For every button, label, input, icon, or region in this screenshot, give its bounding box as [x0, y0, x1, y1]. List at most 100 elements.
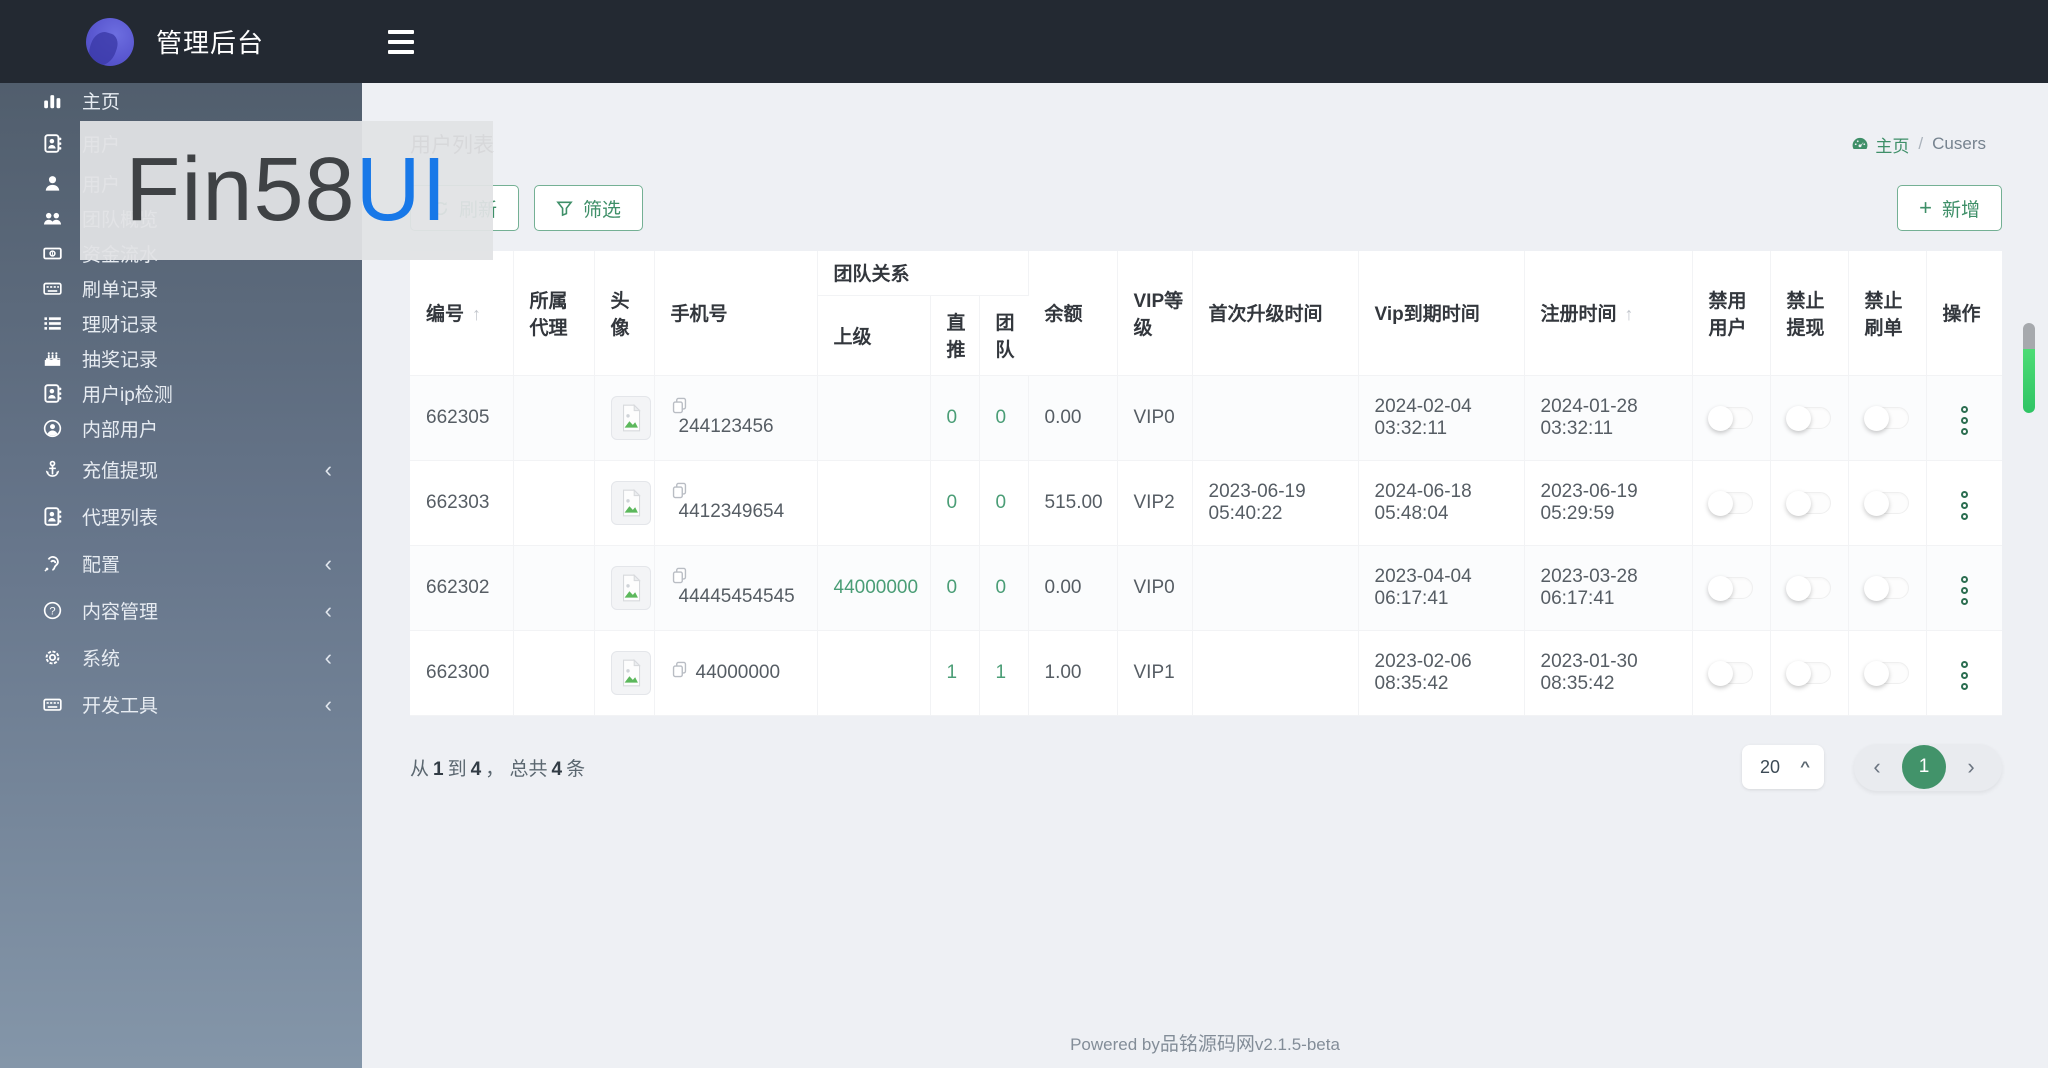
address-book-icon	[40, 507, 64, 527]
table-body: 662305 244123456 0 0 0.00 VIP0 2024-02-04 03:3…	[410, 375, 2002, 716]
cell-team: 1	[979, 630, 1029, 716]
sidebar-item-agent-list[interactable]: 代理列表	[0, 493, 362, 540]
sidebar-toggle-button[interactable]	[388, 29, 418, 54]
cell-first-upgrade: 2023-06-19 05:40:22	[1192, 460, 1359, 546]
col-header-phone: 手机号	[654, 251, 818, 376]
sidebar-item-recharge-withdraw[interactable]: 充值提现 ‹	[0, 446, 362, 493]
cell-register: 2023-06-19 05:29:59	[1524, 460, 1693, 546]
team-count-link[interactable]: 0	[996, 577, 1007, 598]
cell-action	[1926, 630, 2002, 716]
cell-avatar	[594, 545, 655, 631]
col-header-register[interactable]: 注册时间 ↑	[1524, 251, 1693, 376]
sidebar-item-order-records[interactable]: 刷单记录	[0, 271, 362, 306]
cell-id: 662305	[410, 375, 514, 461]
ban-order-toggle[interactable]	[1863, 490, 1909, 516]
anchor-icon	[40, 460, 64, 480]
sidebar-item-lottery-records[interactable]: 抽奖记录	[0, 341, 362, 376]
sidebar-item-content-mgmt[interactable]: ? 内容管理 ‹	[0, 587, 362, 634]
direct-count-link[interactable]: 0	[947, 492, 958, 513]
avatar[interactable]	[610, 395, 651, 440]
cake-icon	[40, 349, 64, 369]
filter-button[interactable]: 筛选	[534, 185, 644, 231]
row-actions-menu[interactable]	[1957, 572, 1972, 609]
cell-vip: VIP2	[1117, 460, 1193, 546]
cell-vip-expire: 2023-04-04 06:17:41	[1358, 545, 1525, 631]
parent-link[interactable]: 44000000	[834, 577, 919, 598]
direct-count-link[interactable]: 1	[947, 662, 958, 683]
top-header: 管理后台	[0, 0, 2048, 83]
sidebar-item-label: 系统	[82, 649, 121, 670]
ban-order-toggle[interactable]	[1863, 575, 1909, 601]
cell-vip: VIP0	[1117, 375, 1193, 461]
plus-icon: +	[1919, 195, 1932, 220]
ear-icon	[40, 554, 64, 574]
breadcrumb: 主页 / Cusers	[1851, 132, 1986, 157]
cell-ban-user	[1692, 630, 1771, 716]
sidebar-item-label: 代理列表	[82, 508, 159, 529]
users-table: 编号 ↑ 所属代理 头像 手机号 团队关系 余额 VIP等级 首次升级时间 Vip…	[410, 251, 2002, 716]
cell-register: 2024-01-28 03:32:11	[1524, 375, 1693, 461]
cell-vip: VIP0	[1117, 545, 1193, 631]
keyboard-icon	[40, 695, 64, 715]
sidebar-item-finance-records[interactable]: 理财记录	[0, 306, 362, 341]
prev-page-button[interactable]: ‹	[1860, 756, 1894, 778]
row-actions-menu[interactable]	[1957, 402, 1972, 439]
sidebar-item-home[interactable]: 主页	[0, 83, 362, 118]
cell-agent	[513, 545, 595, 631]
sidebar-item-config[interactable]: 配置 ‹	[0, 540, 362, 587]
ban-withdraw-toggle[interactable]	[1785, 490, 1831, 516]
user-icon	[40, 174, 64, 194]
cell-direct: 1	[930, 630, 980, 716]
sidebar-item-dev-tools[interactable]: 开发工具 ‹	[0, 681, 362, 728]
col-header-agent: 所属代理	[513, 251, 595, 376]
sort-asc-icon[interactable]: ↑	[472, 304, 481, 324]
ban-withdraw-toggle[interactable]	[1785, 660, 1831, 686]
team-count-link[interactable]: 1	[996, 662, 1007, 683]
team-count-link[interactable]: 0	[996, 407, 1007, 428]
col-header-id[interactable]: 编号 ↑	[410, 251, 514, 376]
scrollbar-thumb[interactable]	[2023, 323, 2035, 413]
team-count-link[interactable]: 0	[996, 492, 1007, 513]
row-actions-menu[interactable]	[1957, 487, 1972, 524]
add-button[interactable]: + 新增	[1897, 185, 2002, 231]
avatar[interactable]	[610, 480, 651, 525]
copy-icon[interactable]	[671, 482, 809, 499]
sidebar-item-internal-users[interactable]: 内部用户	[0, 411, 362, 446]
cell-id: 662302	[410, 545, 514, 631]
ban-order-toggle[interactable]	[1863, 405, 1909, 431]
ban-user-toggle[interactable]	[1707, 575, 1753, 601]
copy-icon[interactable]	[671, 661, 688, 678]
pager: ‹ 1 ›	[1854, 743, 2002, 791]
sort-asc-icon[interactable]: ↑	[1625, 304, 1634, 324]
current-page-button[interactable]: 1	[1902, 745, 1946, 789]
sidebar-item-system[interactable]: 系统 ‹	[0, 634, 362, 681]
breadcrumb-home-link[interactable]: 主页	[1851, 132, 1909, 157]
col-header-ban-withdraw: 禁止提现	[1770, 251, 1849, 376]
ban-order-toggle[interactable]	[1863, 660, 1909, 686]
cell-avatar	[594, 375, 655, 461]
direct-count-link[interactable]: 0	[947, 407, 958, 428]
app-logo	[86, 17, 134, 66]
ban-user-toggle[interactable]	[1707, 490, 1753, 516]
money-bill-icon	[40, 244, 64, 264]
ban-withdraw-toggle[interactable]	[1785, 575, 1831, 601]
ban-user-toggle[interactable]	[1707, 405, 1753, 431]
table-row: 662300 44000000 1 1 1.00 VIP1 2023-02-06 08:35…	[410, 630, 2002, 716]
sidebar-item-label: 用户ip检测	[82, 385, 173, 406]
row-actions-menu[interactable]	[1957, 657, 1972, 694]
avatar[interactable]	[610, 650, 651, 695]
table-row: 662302 44445454545 44000000 0 0 0.00 VIP0 2023-…	[410, 545, 2002, 631]
cell-balance: 515.00	[1028, 460, 1118, 546]
avatar[interactable]	[610, 565, 651, 610]
copy-icon[interactable]	[671, 397, 809, 414]
sidebar-item-user-ip-check[interactable]: 用户ip检测	[0, 376, 362, 411]
cell-direct: 0	[930, 545, 980, 631]
next-page-button[interactable]: ›	[1954, 756, 1988, 778]
page-size-select[interactable]: 20 ^	[1742, 745, 1824, 789]
cell-vip: VIP1	[1117, 630, 1193, 716]
ban-withdraw-toggle[interactable]	[1785, 405, 1831, 431]
direct-count-link[interactable]: 0	[947, 577, 958, 598]
copy-icon[interactable]	[671, 567, 809, 584]
sidebar-item-label: 内部用户	[82, 420, 159, 441]
ban-user-toggle[interactable]	[1707, 660, 1753, 686]
